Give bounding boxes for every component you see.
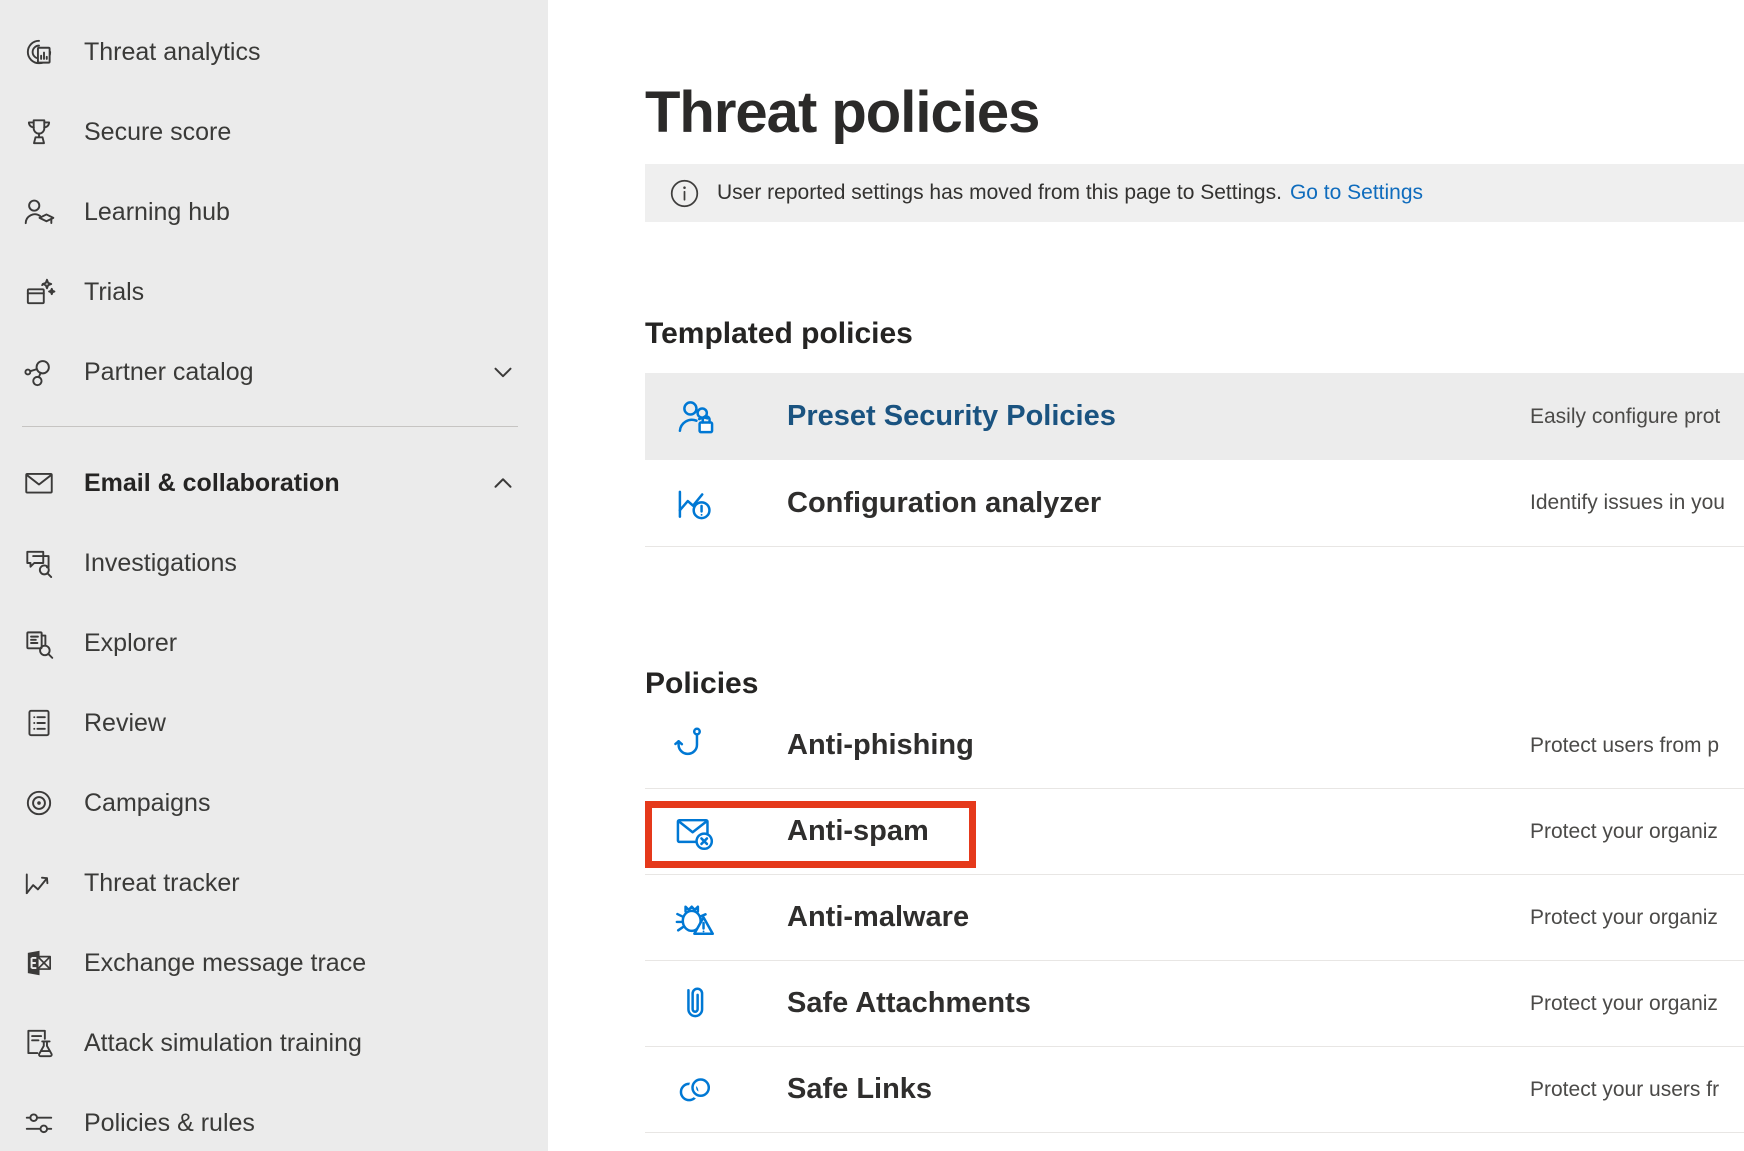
sidebar-item-label: Campaigns	[84, 789, 210, 818]
sidebar-item-trials[interactable]: Trials	[0, 252, 548, 332]
trials-icon	[20, 273, 58, 311]
safe-attachments-icon	[672, 981, 718, 1027]
sidebar-item-label: Policies & rules	[84, 1109, 255, 1138]
anti-phishing-icon	[672, 723, 718, 769]
sidebar-item-campaigns[interactable]: Campaigns	[0, 763, 548, 843]
sidebar-item-secure-score[interactable]: Secure score	[0, 92, 548, 172]
partner-catalog-icon	[20, 353, 58, 391]
policy-row-label: Configuration analyzer	[787, 487, 1101, 520]
policy-row-description: Protect your organiz	[1530, 820, 1718, 844]
policy-row-description: Protect your organiz	[1530, 992, 1718, 1016]
policy-row-label[interactable]: Preset Security Policies	[787, 400, 1116, 433]
banner-text: User reported settings has moved from th…	[717, 181, 1282, 205]
policy-row-label: Safe Attachments	[787, 987, 1031, 1020]
sidebar-item-label: Partner catalog	[84, 358, 254, 387]
policy-row-label: Anti-malware	[787, 901, 969, 934]
anti-spam-icon	[672, 809, 718, 855]
policy-row-label: Anti-spam	[787, 815, 929, 848]
sidebar-item-investigations[interactable]: Investigations	[0, 523, 548, 603]
sidebar-item-learning-hub[interactable]: Learning hub	[0, 172, 548, 252]
learning-hub-icon	[20, 193, 58, 231]
sidebar-item-label: Attack simulation training	[84, 1029, 362, 1058]
policy-row-label: Safe Links	[787, 1073, 932, 1106]
trophy-icon	[20, 113, 58, 151]
sidebar-item-review[interactable]: Review	[0, 683, 548, 763]
email-icon	[20, 464, 58, 502]
policies-list: Anti-phishing Protect users from p Anti-sp…	[645, 703, 1744, 1133]
sidebar-item-label: Trials	[84, 278, 144, 307]
campaigns-icon	[20, 784, 58, 822]
page-title: Threat policies	[645, 79, 1039, 146]
policy-row-anti-phishing[interactable]: Anti-phishing Protect users from p	[645, 703, 1744, 789]
investigations-icon	[20, 544, 58, 582]
sidebar-section-divider	[22, 426, 518, 427]
sidebar-item-threat-tracker[interactable]: Threat tracker	[0, 843, 548, 923]
policy-row-description: Identify issues in you	[1530, 491, 1725, 515]
sidebar-item-label: Secure score	[84, 118, 231, 147]
policy-row-configuration-analyzer[interactable]: Configuration analyzer Identify issues in…	[645, 460, 1744, 547]
policy-row-anti-spam[interactable]: Anti-spam Protect your organiz	[645, 789, 1744, 875]
policy-row-anti-malware[interactable]: Anti-malware Protect your organiz	[645, 875, 1744, 961]
sidebar-item-attack-simulation-training[interactable]: Attack simulation training	[0, 1003, 548, 1083]
sidebar-item-partner-catalog[interactable]: Partner catalog	[0, 332, 548, 412]
sidebar-item-label: Learning hub	[84, 198, 230, 227]
sidebar-item-label: Email & collaboration	[84, 469, 340, 498]
anti-malware-icon	[672, 895, 718, 941]
sidebar-nav: Threat analytics Secure score Learning hub…	[0, 0, 548, 1151]
sidebar-item-exchange-message-trace[interactable]: Exchange message trace	[0, 923, 548, 1003]
sidebar-item-threat-analytics[interactable]: Threat analytics	[0, 12, 548, 92]
policy-row-label: Anti-phishing	[787, 729, 974, 762]
attack-simulation-icon	[20, 1024, 58, 1062]
sidebar-item-label: Explorer	[84, 629, 177, 658]
preset-security-policies-icon	[672, 394, 718, 440]
sidebar-item-label: Review	[84, 709, 166, 738]
sidebar-item-email-and-collaboration[interactable]: Email & collaboration	[0, 443, 548, 523]
policy-row-safe-attachments[interactable]: Safe Attachments Protect your organiz	[645, 961, 1744, 1047]
review-icon	[20, 704, 58, 742]
policy-row-description: Protect users from p	[1530, 734, 1719, 758]
sidebar-item-label: Exchange message trace	[84, 949, 366, 978]
threat-policies-page: Threat analytics Secure score Learning hub…	[0, 0, 1744, 1151]
sidebar-item-explorer[interactable]: Explorer	[0, 603, 548, 683]
info-icon	[669, 178, 700, 209]
threat-tracker-icon	[20, 864, 58, 902]
chevron-up-icon[interactable]	[488, 468, 518, 498]
explorer-icon	[20, 624, 58, 662]
sidebar-item-label: Investigations	[84, 549, 237, 578]
policy-row-preset-security-policies[interactable]: Preset Security Policies Easily configure…	[645, 373, 1744, 460]
templated-policies-heading: Templated policies	[645, 317, 913, 351]
templated-policies-list: Preset Security Policies Easily configure…	[645, 373, 1744, 547]
safe-links-icon	[672, 1067, 718, 1113]
policies-rules-icon	[20, 1104, 58, 1142]
policy-row-description: Easily configure prot	[1530, 405, 1720, 429]
chevron-down-icon[interactable]	[488, 357, 518, 387]
threat-analytics-icon	[20, 33, 58, 71]
policy-row-safe-links[interactable]: Safe Links Protect your users fr	[645, 1047, 1744, 1133]
sidebar-item-policies-and-rules[interactable]: Policies & rules	[0, 1083, 548, 1151]
exchange-icon	[20, 944, 58, 982]
policy-row-description: Protect your organiz	[1530, 906, 1718, 930]
go-to-settings-link[interactable]: Go to Settings	[1290, 181, 1423, 205]
sidebar-item-label: Threat analytics	[84, 38, 260, 67]
info-banner: User reported settings has moved from th…	[645, 164, 1744, 222]
policies-heading: Policies	[645, 667, 758, 701]
sidebar-item-label: Threat tracker	[84, 869, 240, 898]
policy-row-description: Protect your users fr	[1530, 1078, 1719, 1102]
configuration-analyzer-icon	[672, 480, 718, 526]
